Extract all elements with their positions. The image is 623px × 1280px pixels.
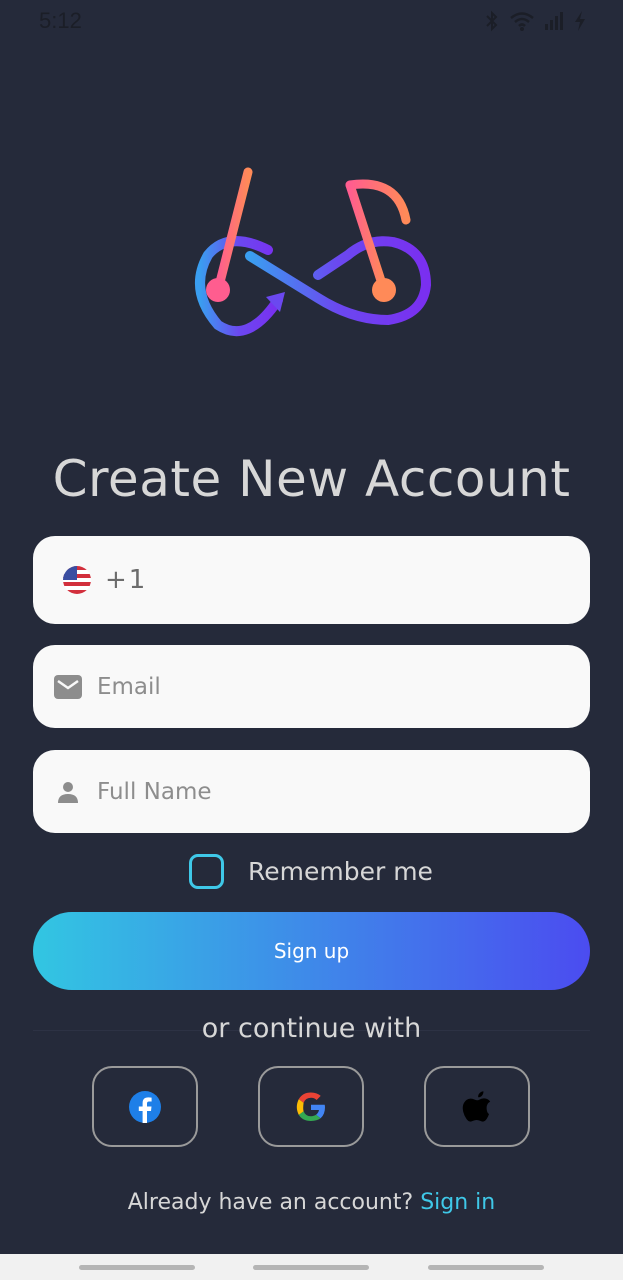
email-field[interactable]: Email	[33, 645, 590, 728]
or-continue-with: or continue with	[201, 1013, 422, 1044]
sign-up-button[interactable]: Sign up	[33, 912, 590, 990]
phone-field[interactable]: +1	[33, 536, 590, 624]
mail-icon	[53, 672, 83, 702]
facebook-login-button[interactable]	[92, 1066, 198, 1147]
bluetooth-icon	[486, 10, 498, 32]
status-icons	[483, 10, 587, 32]
apple-icon	[462, 1090, 491, 1122]
signal-icon	[545, 12, 563, 30]
google-icon	[296, 1092, 325, 1121]
google-login-button[interactable]	[258, 1066, 364, 1147]
us-flag-icon[interactable]	[63, 566, 91, 594]
nav-recents[interactable]	[428, 1265, 544, 1270]
sign-in-prompt: Already have an account?	[127, 1190, 414, 1215]
country-code[interactable]: +1	[105, 565, 147, 595]
remember-me[interactable]: Remember me	[189, 854, 433, 889]
battery-charging-icon	[575, 11, 585, 31]
navigation-bar	[0, 1254, 623, 1280]
wifi-icon	[510, 12, 534, 31]
full-name-field[interactable]: Full Name	[33, 750, 590, 833]
bike-logo	[195, 167, 432, 337]
page-title: Create New Account	[52, 450, 571, 508]
remember-label[interactable]: Remember me	[248, 857, 433, 886]
sign-in-row: Already have an account? Sign in	[0, 1190, 623, 1215]
full-name-placeholder: Full Name	[97, 778, 212, 805]
facebook-icon	[129, 1090, 161, 1123]
status-bar: 5:12	[0, 0, 623, 44]
person-icon	[53, 777, 83, 807]
nav-home[interactable]	[253, 1265, 369, 1270]
apple-login-button[interactable]	[424, 1066, 530, 1147]
remember-checkbox[interactable]	[189, 854, 224, 889]
status-time: 5:12	[39, 8, 82, 33]
email-placeholder: Email	[97, 673, 161, 700]
sign-in-link[interactable]: Sign in	[420, 1190, 495, 1215]
nav-back[interactable]	[79, 1265, 195, 1270]
